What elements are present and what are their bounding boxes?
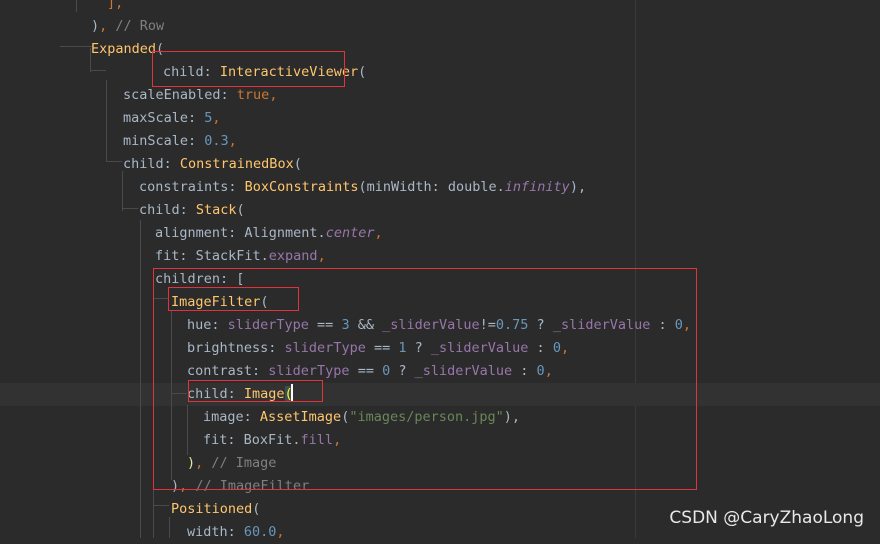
- indent-guide-line: [169, 517, 170, 538]
- text-cursor: [291, 384, 293, 401]
- code-token: Positioned: [171, 501, 253, 517]
- indent-guide-line: [60, 46, 92, 47]
- indent-guide-line: [153, 482, 154, 538]
- code-line[interactable]: ), // Row: [0, 15, 880, 38]
- watermark: CSDN @CaryZhaoLong: [669, 508, 864, 528]
- indent-guide-line: [90, 70, 106, 71]
- code-token: child:: [139, 202, 196, 218]
- indent-guide-line: [153, 505, 169, 506]
- code-line[interactable]: Expanded(: [0, 38, 880, 61]
- code-token: ,: [374, 225, 383, 241]
- code-token: (: [252, 501, 261, 517]
- code-line[interactable]: scaleEnabled: true,: [0, 84, 880, 107]
- code-token: (minWidth: double.: [358, 179, 505, 195]
- indent-guide-line: [140, 220, 141, 538]
- code-token: center: [325, 225, 375, 241]
- code-token: ,: [228, 133, 237, 149]
- code-token: scaleEnabled:: [123, 87, 237, 103]
- code-token: expand: [268, 248, 318, 264]
- code-token: ,: [269, 87, 278, 103]
- indent-guide-line: [106, 161, 122, 162]
- indent-guide-line: [106, 80, 107, 162]
- code-token: child:: [123, 156, 180, 172]
- code-line[interactable]: minScale: 0.3,: [0, 130, 880, 153]
- code-text: constraints: BoxConstraints(minWidth: do…: [139, 176, 586, 199]
- code-token: (: [293, 156, 302, 172]
- code-token: ,: [317, 248, 326, 264]
- code-line[interactable]: maxScale: 5,: [0, 107, 880, 130]
- code-token: Stack: [195, 202, 237, 218]
- code-token: minScale:: [123, 133, 205, 149]
- code-text: width: 60.0,: [187, 521, 285, 544]
- code-token: alignment: Alignment.: [155, 225, 326, 241]
- indent-guide-line: [122, 208, 138, 209]
- code-token: BoxConstraints: [244, 179, 359, 195]
- code-editor[interactable]: ],), // Row Expanded(child: InteractiveVi…: [0, 0, 880, 540]
- code-token: true: [236, 87, 270, 103]
- indent-guide-line: [122, 171, 123, 211]
- code-text: ],: [107, 0, 123, 15]
- code-token: infinity: [504, 179, 570, 195]
- code-line[interactable]: alignment: Alignment.center,: [0, 222, 880, 245]
- code-token: ],: [107, 0, 124, 11]
- code-line[interactable]: fit: StackFit.expand,: [0, 245, 880, 268]
- code-token: fit: StackFit.: [155, 248, 269, 264]
- code-token: ): [91, 18, 100, 34]
- highlight-box-interactive-viewer: [152, 51, 345, 87]
- code-text: maxScale: 5,: [123, 107, 221, 130]
- code-token: Expanded: [91, 41, 157, 57]
- code-token: ,: [212, 110, 221, 126]
- code-line[interactable]: child: ConstrainedBox(: [0, 153, 880, 176]
- code-text: fit: StackFit.expand,: [155, 245, 326, 268]
- code-token: ),: [569, 179, 587, 195]
- code-text: minScale: 0.3,: [123, 130, 237, 153]
- code-text: scaleEnabled: true,: [123, 84, 277, 107]
- code-token: // Row: [115, 18, 165, 34]
- highlight-box-image-filter: [168, 287, 299, 311]
- highlight-box-child-image: [188, 380, 323, 402]
- code-text: ), // Row: [91, 15, 164, 38]
- code-token: constraints:: [139, 179, 245, 195]
- code-line[interactable]: child: InteractiveViewer(: [0, 61, 880, 84]
- code-token: (: [358, 64, 367, 80]
- code-line[interactable]: constraints: BoxConstraints(minWidth: do…: [0, 176, 880, 199]
- code-token: 0.3: [204, 133, 229, 149]
- code-text: alignment: Alignment.center,: [155, 222, 383, 245]
- code-token: maxScale:: [123, 110, 205, 126]
- indent-guide-line: [76, 0, 77, 12]
- code-token: ,: [99, 18, 116, 34]
- code-line[interactable]: child: Stack(: [0, 199, 880, 222]
- code-text: child: Stack(: [139, 199, 245, 222]
- code-text: child: ConstrainedBox(: [123, 153, 302, 176]
- indent-guide-line: [90, 48, 91, 72]
- code-line[interactable]: ],: [0, 0, 880, 15]
- code-text: Positioned(: [171, 498, 260, 521]
- code-token: (: [236, 202, 245, 218]
- code-token: ConstrainedBox: [179, 156, 294, 172]
